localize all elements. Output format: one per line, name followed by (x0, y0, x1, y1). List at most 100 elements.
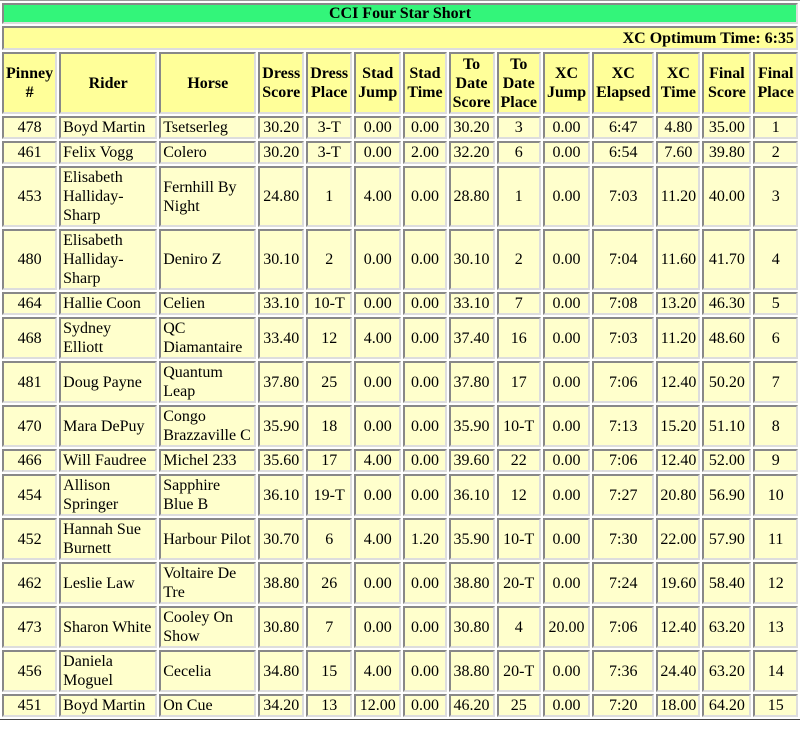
cell-final-score: 46.30 (702, 292, 752, 315)
cell-dress-place: 12 (306, 317, 353, 359)
cell-stad-time: 0.00 (403, 405, 447, 447)
table-row: 480 Elisabeth Halliday-Sharp Deniro Z 30.10… (2, 229, 798, 290)
table-row: 451 Boyd Martin On Cue 34.20 13 12.00 0.00 46.2… (2, 694, 798, 717)
cell-dress-score: 30.20 (258, 116, 305, 139)
cell-horse: QC Diamantaire (159, 317, 257, 359)
cell-xc-time: 4.80 (656, 116, 701, 139)
cell-xc-elapsed: 7:30 (592, 518, 655, 560)
cell-final-place: 4 (753, 229, 798, 290)
cell-to-date-place: 17 (496, 361, 541, 403)
cell-xc-time: 12.40 (656, 449, 701, 472)
cell-xc-elapsed: 7:06 (592, 606, 655, 648)
cell-horse: Sapphire Blue B (159, 474, 257, 516)
cell-stad-jump: 0.00 (354, 229, 402, 290)
cell-final-place: 2 (753, 141, 798, 164)
cell-dress-place: 17 (306, 449, 353, 472)
cell-final-place: 3 (753, 166, 798, 227)
cell-xc-time: 11.20 (656, 317, 701, 359)
cell-xc-jump: 0.00 (542, 361, 591, 403)
cell-to-date-score: 37.40 (448, 317, 495, 359)
cell-dress-place: 13 (306, 694, 353, 717)
table-row: 468 Sydney Elliott QC Diamantaire 33.40 12 4.… (2, 317, 798, 359)
table-row: 454 Allison Springer Sapphire Blue B 36.10 1… (2, 474, 798, 516)
cell-to-date-score: 38.80 (448, 562, 495, 604)
cell-xc-elapsed: 6:47 (592, 116, 655, 139)
cell-dress-place: 15 (306, 650, 353, 692)
cell-dress-score: 38.80 (258, 562, 305, 604)
column-header: Final Place (753, 52, 798, 114)
cell-final-place: 8 (753, 405, 798, 447)
cell-dress-score: 36.10 (258, 474, 305, 516)
cell-pinney: 473 (2, 606, 58, 648)
cell-pinney: 468 (2, 317, 58, 359)
cell-pinney: 478 (2, 116, 58, 139)
cell-to-date-place: 1 (496, 166, 541, 227)
cell-xc-elapsed: 7:20 (592, 694, 655, 717)
cell-stad-jump: 0.00 (354, 474, 402, 516)
xc-optimum-time: XC Optimum Time: 6:35 (2, 26, 798, 50)
cell-to-date-place: 20-T (496, 650, 541, 692)
cell-rider: Boyd Martin (59, 694, 158, 717)
cell-final-place: 14 (753, 650, 798, 692)
cell-xc-elapsed: 7:08 (592, 292, 655, 315)
cell-xc-jump: 0.00 (542, 518, 591, 560)
cell-xc-jump: 0.00 (542, 474, 591, 516)
cell-xc-time: 11.20 (656, 166, 701, 227)
cell-to-date-score: 32.20 (448, 141, 495, 164)
cell-to-date-score: 33.10 (448, 292, 495, 315)
cell-xc-jump: 0.00 (542, 562, 591, 604)
cell-xc-time: 24.40 (656, 650, 701, 692)
cell-horse: On Cue (159, 694, 257, 717)
cell-rider: Elisabeth Halliday-Sharp (59, 166, 158, 227)
cell-final-score: 41.70 (702, 229, 752, 290)
cell-final-score: 48.60 (702, 317, 752, 359)
cell-to-date-score: 30.10 (448, 229, 495, 290)
cell-horse: Cooley On Show (159, 606, 257, 648)
cell-dress-place: 25 (306, 361, 353, 403)
cell-xc-time: 13.20 (656, 292, 701, 315)
column-header: To Date Place (496, 52, 541, 114)
cell-horse: Harbour Pilot (159, 518, 257, 560)
cell-rider: Doug Payne (59, 361, 158, 403)
cell-xc-elapsed: 7:03 (592, 166, 655, 227)
cell-xc-time: 7.60 (656, 141, 701, 164)
cell-final-place: 13 (753, 606, 798, 648)
cell-dress-score: 30.10 (258, 229, 305, 290)
cell-xc-elapsed: 7:24 (592, 562, 655, 604)
cell-horse: Fernhill By Night (159, 166, 257, 227)
results-body: 478 Boyd Martin Tsetserleg 30.20 3-T 0.00 0.00… (2, 116, 798, 717)
cell-pinney: 451 (2, 694, 58, 717)
cell-rider: Sydney Elliott (59, 317, 158, 359)
cell-final-place: 5 (753, 292, 798, 315)
cell-rider: Felix Vogg (59, 141, 158, 164)
cell-xc-time: 12.40 (656, 606, 701, 648)
cell-xc-time: 20.80 (656, 474, 701, 516)
cell-xc-jump: 0.00 (542, 694, 591, 717)
cell-dress-place: 3-T (306, 116, 353, 139)
cell-stad-time: 0.00 (403, 292, 447, 315)
cell-rider: Allison Springer (59, 474, 158, 516)
table-row: 481 Doug Payne Quantum Leap 37.80 25 0.00 0.00… (2, 361, 798, 403)
cell-dress-score: 30.70 (258, 518, 305, 560)
cell-dress-place: 7 (306, 606, 353, 648)
cell-xc-elapsed: 7:36 (592, 650, 655, 692)
table-row: 466 Will Faudree Michel 233 35.60 17 4.00 0.00… (2, 449, 798, 472)
cell-final-score: 51.10 (702, 405, 752, 447)
cell-xc-jump: 0.00 (542, 650, 591, 692)
cell-final-score: 63.20 (702, 650, 752, 692)
cell-to-date-score: 35.90 (448, 518, 495, 560)
cell-dress-score: 34.20 (258, 694, 305, 717)
cell-xc-elapsed: 7:06 (592, 449, 655, 472)
cell-final-place: 7 (753, 361, 798, 403)
header-row: Pinney # Rider Horse Dress Score Dress Place… (2, 52, 798, 114)
cell-final-score: 52.00 (702, 449, 752, 472)
cell-horse: Quantum Leap (159, 361, 257, 403)
cell-pinney: 452 (2, 518, 58, 560)
cell-dress-score: 35.90 (258, 405, 305, 447)
column-header: Horse (159, 52, 257, 114)
cell-dress-score: 24.80 (258, 166, 305, 227)
cell-rider: Leslie Law (59, 562, 158, 604)
cell-to-date-score: 35.90 (448, 405, 495, 447)
cell-final-place: 6 (753, 317, 798, 359)
cell-final-place: 12 (753, 562, 798, 604)
